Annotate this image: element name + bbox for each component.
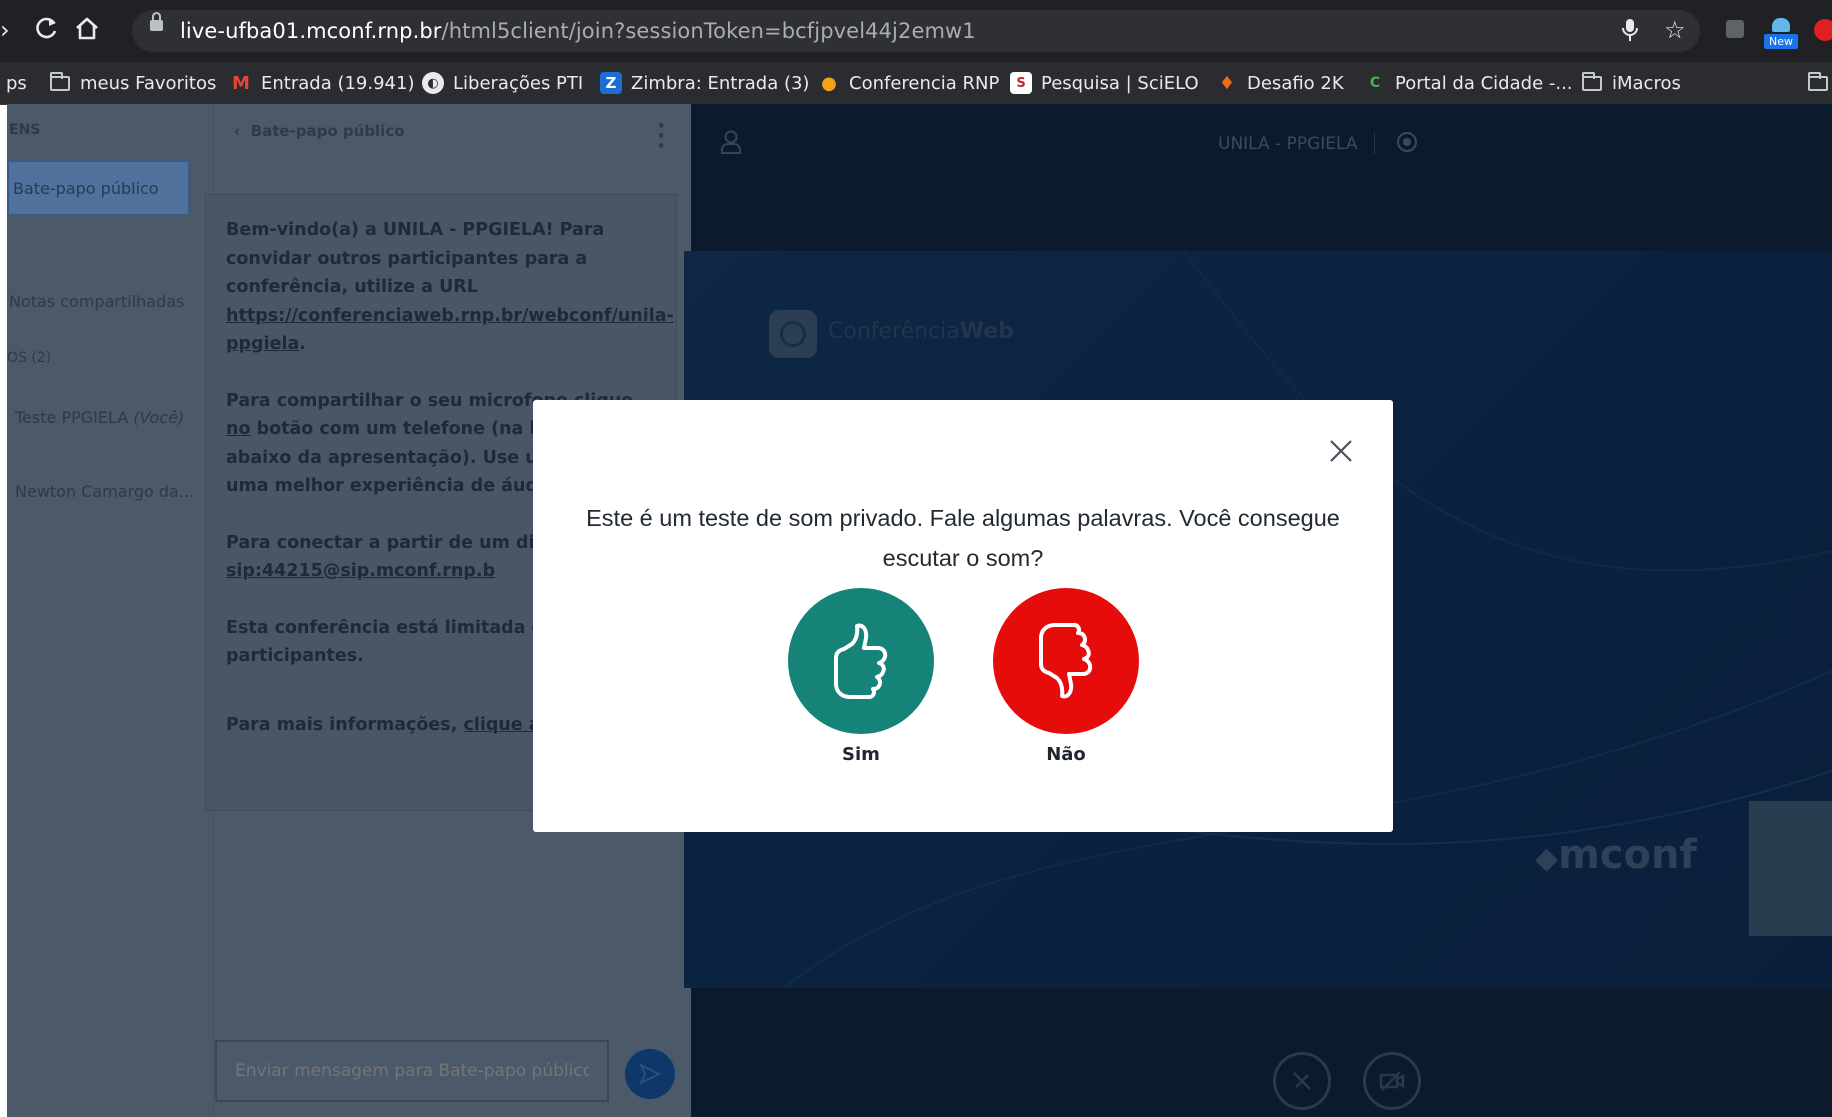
user-icon[interactable] xyxy=(720,130,742,154)
divider xyxy=(1374,132,1375,154)
room-title: UNILA - PPGIELA xyxy=(1218,134,1358,154)
no-label: Não xyxy=(1046,744,1086,765)
home-icon[interactable] xyxy=(74,15,100,41)
bookmark-label: iMacros xyxy=(1612,72,1681,94)
conferenciaweb-logo-text: ConferênciaWeb xyxy=(828,319,1014,344)
messages-section-title: ENS xyxy=(9,122,41,138)
bookmark-label: meus Favoritos xyxy=(80,72,217,94)
bookmark-label: ps xyxy=(6,72,27,94)
bookmark-imacros[interactable]: iMacros xyxy=(1582,64,1681,102)
users-section-title: OS (2) xyxy=(7,350,52,366)
chat-message-input[interactable] xyxy=(215,1040,609,1102)
welcome-paragraph: Bem-vindo(a) a UNILA - PPGIELA! Para con… xyxy=(226,216,674,359)
bookmark-zimbra[interactable]: Z Zimbra: Entrada (3) xyxy=(600,64,809,102)
flame-icon: ♦ xyxy=(1218,72,1236,94)
message-text: Esta conferência está limitada em 7 part… xyxy=(226,617,580,667)
phone-off-icon xyxy=(1293,1072,1311,1090)
user-self-tag: (Você) xyxy=(133,408,185,427)
user-list-sidebar: ENS Bate-papo público Notas compartilhad… xyxy=(7,104,213,1117)
bookmark-scielo[interactable]: S Pesquisa | SciELO xyxy=(1010,64,1199,102)
message-text: Para compartilhar o seu microfone xyxy=(226,390,574,411)
chat-header[interactable]: ‹ Bate-papo público xyxy=(234,122,405,140)
sidebar-item-public-chat[interactable]: Bate-papo público xyxy=(7,160,190,216)
chevron-left-icon: ‹ xyxy=(234,122,251,140)
lock-icon[interactable] xyxy=(150,12,163,31)
mconf-brand-text: mconf xyxy=(1558,832,1697,878)
camera-off-icon xyxy=(1379,1071,1405,1091)
mconf-cube-icon: ◆ xyxy=(1535,841,1559,876)
rnp-icon: ● xyxy=(821,72,837,94)
bookmark-conferencia-rnp[interactable]: ● Conferencia RNP xyxy=(818,64,999,102)
send-icon xyxy=(639,1063,661,1085)
sidebar-item-label: Notas compartilhadas xyxy=(9,292,185,311)
url-path: /html5client/join?sessionToken=bcfjpvel4… xyxy=(441,19,976,43)
new-badge: New xyxy=(1764,34,1798,49)
conferenciaweb-logo-icon xyxy=(769,310,817,358)
bookmark-label: Conferencia RNP xyxy=(849,72,1000,94)
globe-icon: ◐ xyxy=(422,72,444,94)
bookmark-portal[interactable]: C Portal da Cidade -... xyxy=(1364,64,1573,102)
user-name: Newton Camargo da... xyxy=(15,482,195,501)
sidebar-item-label: Bate-papo público xyxy=(13,178,159,198)
logo-text-bold: Web xyxy=(959,319,1014,344)
yes-audio-button[interactable] xyxy=(788,588,934,734)
bookmark-label: Portal da Cidade -... xyxy=(1395,72,1573,94)
url-host: live-ufba01.mconf.rnp.br xyxy=(180,19,442,43)
message-text: Bem-vindo(a) a xyxy=(226,220,383,240)
forward-icon[interactable]: › xyxy=(0,17,10,43)
thumbs-down-icon xyxy=(1039,623,1093,699)
extension-new-icon[interactable]: New xyxy=(1764,16,1798,50)
message-text: Para mais informações, xyxy=(226,714,464,735)
bookmark-other-folder[interactable] xyxy=(1808,64,1832,102)
adblock-icon[interactable] xyxy=(1814,19,1832,41)
organization-logo xyxy=(1749,801,1832,936)
sidebar-item-shared-notes[interactable]: Notas compartilhadas xyxy=(9,292,184,311)
no-audio-button[interactable] xyxy=(993,588,1139,734)
message-text: . xyxy=(299,334,306,354)
zimbra-icon: Z xyxy=(600,72,622,94)
bookmark-label: Pesquisa | SciELO xyxy=(1041,72,1199,94)
user-list-item[interactable]: Newton Camargo da... xyxy=(15,482,194,501)
bookmark-gmail[interactable]: M Entrada (19.941) xyxy=(230,64,414,102)
bookmark-desafio[interactable]: ♦ Desafio 2K xyxy=(1216,64,1344,102)
send-message-button[interactable] xyxy=(625,1049,675,1099)
bookmark-apps[interactable]: ps xyxy=(6,64,27,102)
echo-test-modal: Este é um teste de som privado. Fale alg… xyxy=(533,400,1393,832)
chat-options-icon[interactable]: · · · xyxy=(657,116,665,158)
bookmark-label: Desafio 2K xyxy=(1247,72,1344,94)
bookmark-label: Entrada (19.941) xyxy=(261,72,415,94)
sip-link[interactable]: sip:44215@sip.mconf.rnp.b xyxy=(226,561,495,581)
gmail-icon: M xyxy=(232,72,250,94)
microphone-icon[interactable] xyxy=(1620,17,1640,43)
reload-icon[interactable] xyxy=(36,16,58,40)
browser-toolbar: › live-ufba01.mconf.rnp.br/html5client/j… xyxy=(0,0,1832,62)
screen: › live-ufba01.mconf.rnp.br/html5client/j… xyxy=(0,0,1832,1117)
logo-text-light: Conferência xyxy=(828,319,960,344)
share-webcam-button[interactable] xyxy=(1363,1052,1421,1110)
room-name: UNILA - PPGIELA xyxy=(382,220,546,240)
bookmark-label: Zimbra: Entrada (3) xyxy=(631,72,810,94)
folder-icon xyxy=(1808,71,1828,91)
user-name: Teste PPGIELA xyxy=(15,408,129,427)
bookmark-label: Liberações PTI xyxy=(453,72,584,94)
extension-icon[interactable] xyxy=(1726,20,1744,38)
yes-label: Sim xyxy=(842,744,880,765)
folder-icon xyxy=(1582,71,1602,91)
bookmark-meus-favoritos[interactable]: meus Favoritos xyxy=(50,64,216,102)
chat-title: Bate-papo público xyxy=(250,122,405,140)
user-list-item[interactable]: Teste PPGIELA (Você) xyxy=(15,408,184,427)
echo-test-question: Este é um teste de som privado. Fale alg… xyxy=(586,505,1340,571)
bookmark-star-icon[interactable]: ☆ xyxy=(1664,17,1686,43)
mconf-logo: ◆mconf xyxy=(1535,832,1697,878)
close-icon[interactable] xyxy=(1326,436,1356,466)
leave-audio-button[interactable] xyxy=(1273,1052,1331,1110)
portal-icon: C xyxy=(1369,75,1381,91)
recording-indicator-icon[interactable] xyxy=(1397,132,1417,152)
bookmark-liberacoes[interactable]: ◐ Liberações PTI xyxy=(422,64,583,102)
url-text[interactable]: live-ufba01.mconf.rnp.br/html5client/joi… xyxy=(180,19,976,43)
thumbs-up-icon xyxy=(834,623,888,699)
conference-url-link[interactable]: https://conferenciaweb.rnp.br/webconf/un… xyxy=(226,306,674,355)
scielo-icon: S xyxy=(1010,72,1032,94)
folder-icon xyxy=(50,71,70,91)
